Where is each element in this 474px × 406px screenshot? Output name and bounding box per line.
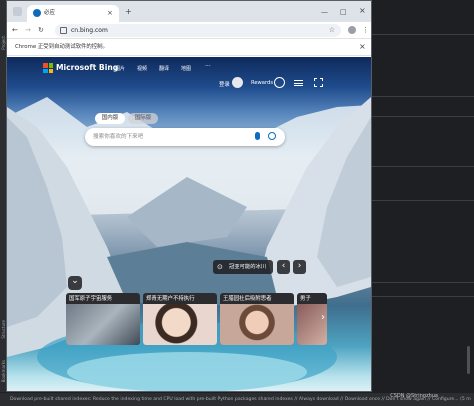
chrome-menu-icon[interactable]: ⋮ — [362, 25, 369, 35]
reload-button[interactable]: ↻ — [38, 25, 44, 35]
nav-translate[interactable]: 翻译 — [159, 65, 169, 72]
image-location-label: 冠亚可能的冰川 — [229, 264, 267, 270]
forward-button[interactable]: → — [25, 25, 31, 35]
bing-favicon-icon — [33, 9, 41, 17]
bing-search-box[interactable]: 搜索你喜欢的下来吧 — [85, 128, 285, 146]
search-icon[interactable] — [268, 132, 276, 140]
news-card[interactable]: 郑青无期户不持执行 — [143, 293, 217, 345]
collapse-news-button[interactable]: ⌄ — [68, 276, 82, 290]
csdn-watermark: CSDN @Stringzhua — [390, 393, 438, 399]
voice-search-icon[interactable] — [255, 132, 260, 140]
maximize-button[interactable]: □ — [340, 7, 347, 17]
news-card-image — [297, 304, 327, 345]
url-text[interactable]: cn.bing.com — [71, 25, 108, 36]
nav-videos[interactable]: 视频 — [137, 65, 147, 72]
ide-divider — [372, 96, 474, 97]
nav-images[interactable]: 图片 — [115, 65, 125, 72]
bookmark-star-icon[interactable]: ☆ — [329, 24, 335, 37]
automation-notice: Chrome 正受到自动测试软件的控制。 — [15, 44, 108, 50]
ide-divider — [372, 116, 474, 117]
ide-divider — [372, 282, 474, 283]
scope-china[interactable]: 国内版 — [95, 113, 125, 124]
prev-image-button[interactable]: ‹ — [277, 260, 290, 274]
next-image-button[interactable]: › — [293, 260, 306, 274]
news-card[interactable]: 国军原子宇宙服务 — [66, 293, 140, 345]
news-card-image — [143, 304, 217, 345]
chrome-toolbar: ← → ↻ cn.bing.com ☆ ⋮ — [7, 22, 371, 39]
profile-avatar-icon[interactable] — [348, 26, 356, 34]
back-button[interactable]: ← — [12, 25, 18, 35]
news-card-title: 男子 — [300, 296, 311, 302]
rewards-link[interactable]: Rewards — [251, 80, 273, 86]
search-input[interactable]: 搜索你喜欢的下来吧 — [93, 132, 143, 142]
browser-tab[interactable]: 必应 × — [27, 5, 119, 22]
chrome-titlebar: 必应 × + — □ × — [7, 1, 371, 22]
ide-divider — [372, 166, 474, 167]
nav-maps[interactable]: 地图 — [181, 65, 191, 72]
ide-scrollbar[interactable] — [467, 346, 470, 374]
hamburger-menu-icon[interactable] — [294, 80, 303, 86]
news-card-title: 国军原子宇宙服务 — [69, 296, 113, 302]
apps-grid-icon[interactable] — [314, 78, 323, 87]
news-next-icon[interactable]: › — [321, 312, 325, 323]
automation-infobar: Chrome 正受到自动测试软件的控制。 × — [7, 39, 371, 56]
news-card[interactable]: 王腊园社后吸附思者 — [220, 293, 294, 345]
news-card-image — [66, 304, 140, 345]
location-pin-icon: ⊙ — [217, 263, 223, 271]
address-bar[interactable]: cn.bing.com ☆ — [55, 24, 341, 37]
ide-divider — [372, 34, 474, 35]
rewards-trophy-icon[interactable] — [274, 77, 285, 88]
microsoft-logo-icon[interactable] — [43, 63, 53, 73]
new-tab-button[interactable]: + — [125, 7, 132, 17]
chrome-window: 必应 × + — □ × ← → ↻ cn.bing.com ☆ ⋮ Chrom… — [6, 0, 372, 392]
ide-divider — [372, 200, 474, 201]
scope-international[interactable]: 国际版 — [128, 113, 158, 124]
tab-title: 必应 — [44, 10, 56, 16]
nav-more[interactable]: ··· — [205, 63, 211, 70]
ide-editor-area — [372, 0, 474, 392]
ide-divider — [372, 296, 474, 297]
site-info-icon[interactable] — [60, 27, 67, 34]
news-card-title: 王腊园社后吸附思者 — [223, 296, 272, 302]
infobar-close-icon[interactable]: × — [359, 42, 366, 52]
news-card-title: 郑青无期户不持执行 — [146, 296, 195, 302]
user-avatar-icon[interactable] — [232, 77, 243, 88]
bing-homepage: Microsoft Bing 图片 视频 翻译 地图 ··· 登录 Reward… — [7, 57, 371, 391]
news-card-image — [220, 304, 294, 345]
image-location-button[interactable]: ⊙ 冠亚可能的冰川 — [213, 260, 273, 274]
login-link[interactable]: 登录 — [219, 80, 230, 88]
tab-close-icon[interactable]: × — [107, 8, 113, 18]
close-window-button[interactable]: × — [359, 6, 366, 16]
bing-brand[interactable]: Microsoft Bing — [56, 62, 118, 74]
minimize-button[interactable]: — — [321, 7, 328, 17]
tab-search-icon[interactable] — [13, 7, 22, 16]
